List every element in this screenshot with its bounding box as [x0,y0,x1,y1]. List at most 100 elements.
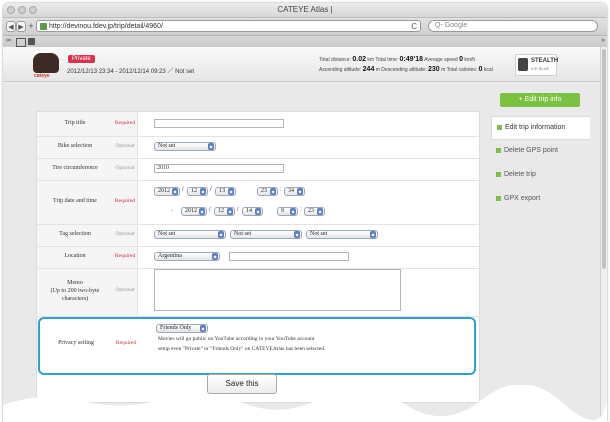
end-hour-value: 9 [281,208,284,214]
calories-unit: kcal [483,67,493,73]
row-date: Trip date and time Required 2012 ◆ / 12 ◆ … [37,180,479,225]
browser-toolbar: ◀ ▶ + http://devinou.fdev.jp/trip/detail… [3,18,607,36]
sidebar-item-delete-gps-point[interactable]: Delete GPS point [491,140,589,162]
tag-label: Tag selection [59,231,91,237]
end-day-value: 14 [246,208,252,214]
chevron-updown-icon: ◆ [290,208,296,215]
sidebar-item-gpx-export[interactable]: GPX export [491,188,589,210]
sidebar-item-edit-trip-information[interactable]: Edit trip information [491,116,590,140]
start-day-value: 13 [219,188,225,194]
memo-label-line-2: (Up to 200 two-byte [50,288,100,294]
address-bar[interactable]: http://devinou.fdev.jp/trip/detail/4960/… [36,20,421,32]
torn-edge-decoration [3,385,607,422]
tag-select-1[interactable]: Not set ◆ [154,230,226,239]
total-time-label: Total time: [375,57,399,63]
start-hour-select[interactable]: 23 ◆ [257,187,278,196]
chevron-updown-icon: ◆ [270,188,276,195]
sidebar-item-delete-trip[interactable]: Delete trip [491,164,589,186]
start-minute-select[interactable]: 34 ◆ [284,187,305,196]
sidebar-item-label: Delete GPS point [504,147,559,154]
bookmarks-overflow-icon[interactable]: » [601,37,605,44]
end-year-select[interactable]: 2012 ◆ [181,207,207,216]
green-bullet-icon [496,172,501,177]
total-distance-unit: km [367,57,375,63]
chevron-updown-icon: ◆ [317,208,323,215]
date-separator: / [210,187,212,193]
bike-select-value: Not set [158,143,176,149]
trip-title-input[interactable] [154,119,284,128]
back-button[interactable]: ◀ [6,21,16,32]
memo-label-line-3: characters) [61,296,89,302]
reading-list-icon[interactable]: ∞ [6,37,11,44]
chevron-updown-icon: ◆ [255,208,261,215]
privacy-select-value: Friends Only [160,325,192,331]
forward-button[interactable]: ▶ [16,21,26,32]
chevron-updown-icon: ◆ [370,231,376,238]
location-select-value: Argentina [158,253,182,259]
avg-speed-unit: km/h [464,57,476,63]
end-hour-select[interactable]: 9 ◆ [277,207,298,216]
avg-speed-value: 0 [459,56,463,63]
device-sub: ICE BLUE [531,66,550,71]
row-trip-title: Trip title Required [37,112,479,137]
privacy-note-line-2: setup even "Private" or "Friends Only" o… [158,346,326,352]
optional-tag: Optional [115,143,135,149]
date-separator: / [237,207,239,213]
total-distance-label: Total distance: [319,57,351,63]
chevron-updown-icon: ◆ [199,208,205,215]
sidebar-item-label: Delete trip [504,171,536,178]
range-separator: - [171,208,173,214]
show-bookmarks-icon[interactable] [16,38,26,47]
add-bookmark-button[interactable]: + [27,21,35,32]
device-icon [518,58,528,71]
edit-trip-info-button[interactable]: + Edit trip info [500,93,580,107]
start-year-select[interactable]: 2012 ◆ [154,187,180,196]
time-separator: : [280,187,282,193]
optional-tag: Optional [115,231,135,237]
chevron-updown-icon: ◆ [227,208,233,215]
end-month-select[interactable]: 12 ◆ [214,207,235,216]
bike-select[interactable]: Not set ◆ [154,142,216,151]
green-bullet-icon [496,148,501,153]
date-label: Trip date and time [53,198,97,204]
end-minute-select[interactable]: 23 ◆ [304,207,325,216]
privacy-note-line-1: Movies will go public on YouTube accordi… [158,336,315,342]
required-tag: Required [115,340,137,346]
start-year-value: 2012 [158,188,170,194]
ascending-unit: m [375,67,380,73]
location-detail-input[interactable] [229,252,349,261]
trip-header: cateye Private 2012/12/13 23:34 - 2012/1… [3,47,607,82]
required-tag: Required [114,120,136,126]
privacy-label: Privacy setting [58,340,94,346]
trip-date-range: 2012/12/13 23:34 - 2012/12/14 09:23 ／ No… [67,69,195,75]
descending-value: 230 [428,66,440,73]
chevron-updown-icon: ◆ [200,188,206,195]
start-minute-value: 34 [288,188,294,194]
end-year-value: 2012 [185,208,197,214]
location-select[interactable]: Argentina ◆ [154,252,220,261]
ascending-value: 244 [362,66,375,73]
end-day-select[interactable]: 14 ◆ [242,207,263,216]
stats-line-2: Ascending altitude: 244 m Descending alt… [319,65,493,75]
privacy-select[interactable]: Friends Only ◆ [156,324,208,333]
vertical-scrollbar[interactable] [600,47,607,422]
tag-select-1-value: Not set [158,231,176,237]
search-input[interactable]: Q- Google [428,20,598,32]
scrollbar-thumb[interactable] [602,49,606,269]
start-day-select[interactable]: 13 ◆ [215,187,236,196]
reload-icon[interactable]: C [411,21,417,32]
tag-select-2[interactable]: Not set ◆ [230,230,302,239]
device-card: STEALTH ICE BLUE [515,54,558,76]
sidebar-item-label: GPX export [504,195,541,202]
window-title: CATEYE Atlas | [277,5,333,14]
privacy-row-highlight: Privacy setting Required Friends Only ◆ M… [38,317,476,375]
date-separator: / [182,187,184,193]
tag-select-3[interactable]: Not set ◆ [306,230,378,239]
calories-label: Total calories: [446,67,478,73]
row-location: Location Required Argentina ◆ [37,246,479,269]
chevron-updown-icon: ◆ [200,325,206,332]
memo-textarea[interactable] [154,269,401,311]
top-sites-icon[interactable] [28,38,35,45]
start-month-select[interactable]: 12 ◆ [187,187,208,196]
tire-input[interactable]: 2010 [154,164,284,173]
